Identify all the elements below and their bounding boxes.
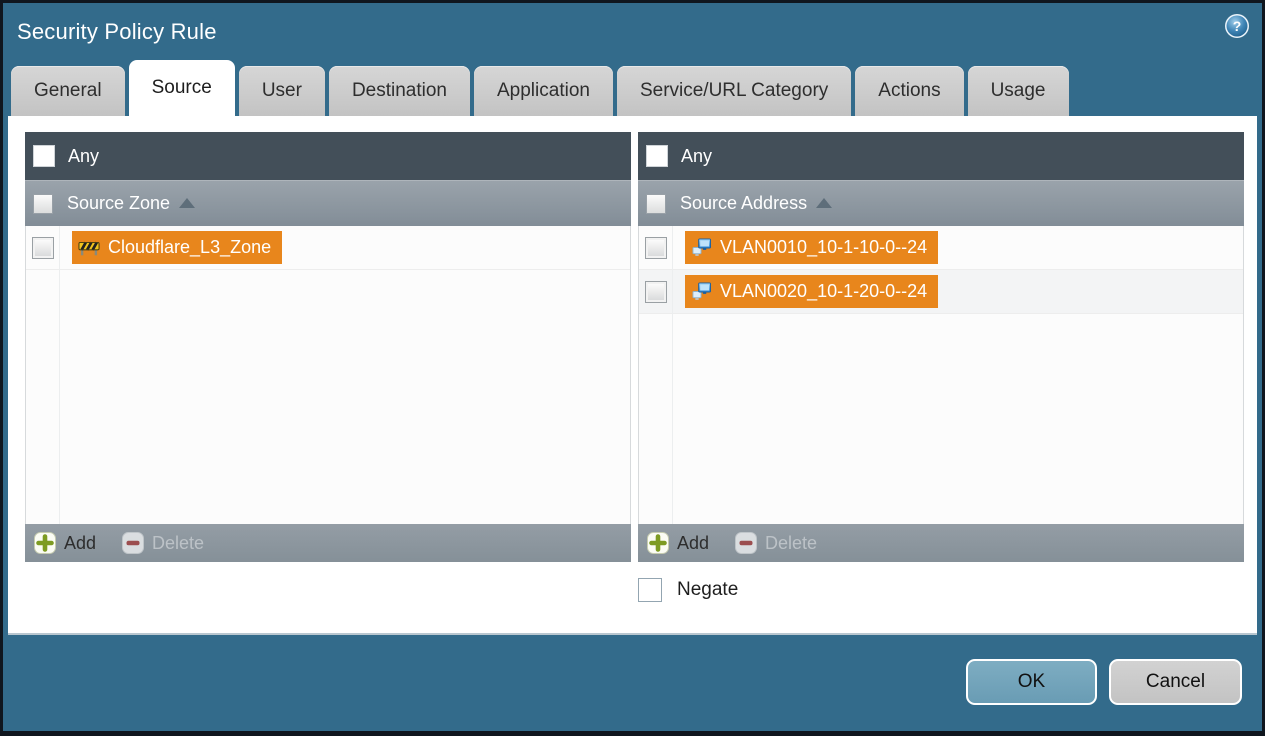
tab-user-label: User — [261, 80, 302, 101]
source-address-toolbar: Add Delete — [638, 524, 1244, 562]
tab-service-url-category-label: Service/URL Category — [639, 80, 829, 101]
add-button-label: Add — [64, 532, 97, 553]
source-address-any-row: Any — [638, 132, 1244, 180]
dialog-title: Security Policy Rule — [17, 18, 217, 44]
source-address-row-checkbox[interactable] — [644, 280, 667, 303]
source-zone-add-button[interactable]: Add — [34, 532, 96, 554]
row-checkbox-cell — [639, 236, 672, 259]
source-address-add-button[interactable]: Add — [647, 532, 709, 554]
tab-application-label: Application — [497, 80, 590, 101]
source-address-column-label: Source Address — [680, 193, 808, 213]
source-address-panel: Any Source Address VLAN0010_10-1-10-0--2… — [638, 132, 1244, 562]
source-zone-delete-button[interactable]: Delete — [122, 532, 204, 554]
source-tab-content: Any Source Zone Cloudflare_L3_Zone Add D… — [8, 116, 1257, 635]
address-network-icon — [692, 282, 711, 300]
source-zone-any-label: Any — [68, 145, 100, 166]
delete-minus-icon — [735, 532, 758, 554]
zone-tag-label: Cloudflare_L3_Zone — [108, 237, 272, 257]
dialog-footer: OK Cancel — [3, 635, 1262, 731]
source-address-column-header[interactable]: Source Address — [638, 180, 1244, 226]
tab-usage[interactable]: Usage — [967, 66, 1069, 116]
tab-source-label: Source — [151, 77, 212, 98]
tab-destination-label: Destination — [351, 80, 447, 101]
negate-row: Negate — [638, 578, 738, 602]
source-address-any-checkbox[interactable] — [646, 145, 668, 167]
source-address-row-checkbox[interactable] — [644, 236, 667, 259]
source-zone-toolbar: Add Delete — [25, 524, 631, 562]
sort-ascending-icon — [816, 197, 833, 208]
sort-ascending-icon — [179, 197, 196, 208]
delete-button-label: Delete — [765, 532, 818, 553]
source-zone-select-all-checkbox[interactable] — [33, 193, 53, 214]
source-zone-column-label: Source Zone — [67, 193, 171, 213]
tab-service-url-category[interactable]: Service/URL Category — [616, 66, 852, 116]
tab-general-label: General — [34, 80, 102, 101]
tab-application[interactable]: Application — [474, 66, 613, 116]
svg-text:?: ? — [1233, 18, 1242, 34]
source-zone-row-checkbox[interactable] — [31, 236, 54, 259]
ok-button[interactable]: OK — [966, 659, 1097, 705]
add-button-label: Add — [677, 532, 710, 553]
checkbox-column-divider — [59, 226, 60, 524]
source-zone-panel: Any Source Zone Cloudflare_L3_Zone Add D… — [25, 132, 631, 562]
source-address-list: VLAN0010_10-1-10-0--24 VLAN0020_10-1-20-… — [638, 226, 1244, 524]
row-checkbox-cell — [26, 236, 59, 259]
negate-label: Negate — [677, 579, 739, 600]
source-address-select-all-checkbox[interactable] — [646, 193, 666, 214]
tab-usage-label: Usage — [990, 80, 1046, 101]
source-address-row[interactable]: VLAN0020_10-1-20-0--24 — [639, 270, 1243, 314]
negate-checkbox[interactable] — [638, 578, 662, 602]
source-zone-any-checkbox[interactable] — [33, 145, 55, 167]
add-plus-icon — [34, 532, 56, 554]
address-tag[interactable]: VLAN0020_10-1-20-0--24 — [685, 275, 939, 308]
source-zone-row[interactable]: Cloudflare_L3_Zone — [26, 226, 630, 270]
dialog-titlebar: Security Policy Rule ? — [3, 3, 1262, 60]
help-icon[interactable]: ? — [1224, 13, 1250, 39]
checkbox-column-divider — [672, 226, 673, 524]
zone-tag[interactable]: Cloudflare_L3_Zone — [72, 231, 283, 264]
cancel-button[interactable]: Cancel — [1109, 659, 1242, 705]
source-address-delete-button[interactable]: Delete — [735, 532, 817, 554]
tab-general[interactable]: General — [11, 66, 125, 116]
tab-user[interactable]: User — [238, 66, 325, 116]
add-plus-icon — [647, 532, 669, 554]
source-address-any-label: Any — [681, 145, 713, 166]
tab-destination[interactable]: Destination — [328, 66, 470, 116]
delete-button-label: Delete — [152, 532, 205, 553]
address-tag[interactable]: VLAN0010_10-1-10-0--24 — [685, 231, 939, 264]
source-zone-any-row: Any — [25, 132, 631, 180]
row-checkbox-cell — [639, 280, 672, 303]
tab-actions-label: Actions — [878, 80, 941, 101]
address-tag-label: VLAN0010_10-1-10-0--24 — [720, 237, 928, 257]
zone-icon — [78, 241, 100, 256]
address-network-icon — [692, 238, 711, 256]
tab-actions[interactable]: Actions — [855, 66, 964, 116]
address-tag-label: VLAN0020_10-1-20-0--24 — [720, 281, 928, 301]
security-policy-rule-dialog: Security Policy Rule ? General Source Us… — [0, 0, 1265, 736]
source-zone-list: Cloudflare_L3_Zone — [25, 226, 631, 524]
tab-source[interactable]: Source — [128, 60, 235, 116]
tab-strip: General Source User Destination Applicat… — [3, 60, 1262, 116]
source-zone-column-header[interactable]: Source Zone — [25, 180, 631, 226]
source-address-row[interactable]: VLAN0010_10-1-10-0--24 — [639, 226, 1243, 270]
delete-minus-icon — [122, 532, 145, 554]
